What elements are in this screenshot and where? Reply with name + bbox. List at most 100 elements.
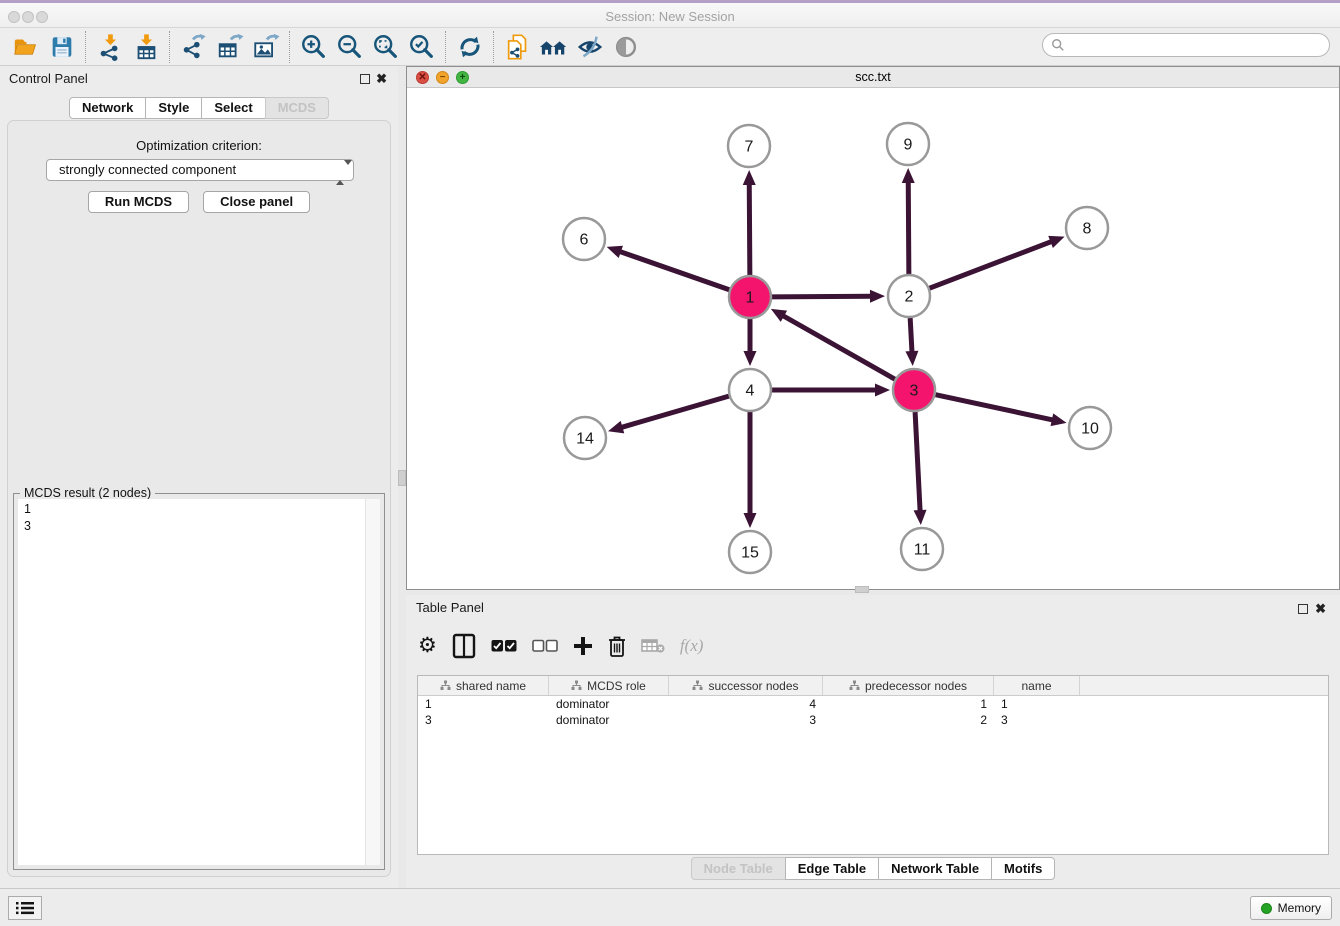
export-table-icon[interactable] (212, 31, 248, 63)
tab-network-table[interactable]: Network Table (878, 857, 992, 880)
column-header-shared-name[interactable]: shared name (418, 676, 549, 695)
duplicate-network-icon[interactable] (500, 31, 536, 63)
save-session-icon[interactable] (44, 31, 80, 63)
graph-arrowhead (905, 351, 918, 366)
create-column-icon[interactable] (573, 631, 593, 661)
column-header-predecessor-nodes[interactable]: predecessor nodes (823, 676, 994, 695)
zoom-fit-icon[interactable] (368, 31, 404, 63)
table-row[interactable]: 1dominator411 (418, 696, 1328, 712)
network-canvas[interactable]: 7968124314101511 (407, 88, 1339, 589)
show-all-icon[interactable] (608, 31, 644, 63)
open-file-icon[interactable] (8, 31, 44, 63)
delete-column-icon[interactable] (608, 631, 626, 661)
run-mcds-button[interactable]: Run MCDS (88, 191, 189, 213)
graph-edge-2-3[interactable] (910, 318, 912, 353)
memory-label: Memory (1278, 901, 1321, 915)
graph-edge-1-7[interactable] (749, 183, 750, 275)
graph-edge-1-6[interactable] (619, 251, 729, 290)
graph-arrowhead (914, 510, 927, 525)
app-title: Session: New Session (0, 9, 1340, 24)
control-panel-tabs: NetworkStyleSelectMCDS (0, 97, 398, 119)
table-toolbar: ⚙ (418, 628, 703, 664)
graph-node-label: 9 (904, 137, 913, 154)
apply-layout-icon[interactable] (452, 31, 488, 63)
table-cell: 1 (823, 696, 994, 712)
zoom-in-icon[interactable] (296, 31, 332, 63)
table-header-row: shared name MCDS role successor nodes prede… (418, 676, 1328, 696)
zoom-selected-icon[interactable] (404, 31, 440, 63)
column-header-successor-nodes[interactable]: successor nodes (669, 676, 823, 695)
graph-edge-2-8[interactable] (930, 241, 1053, 288)
close-panel-icon[interactable]: ✖ (376, 74, 387, 84)
column-header-label: name (1021, 679, 1051, 693)
export-network-icon[interactable] (176, 31, 212, 63)
column-header-label: successor nodes (708, 679, 798, 693)
graph-node-label: 1 (746, 290, 755, 307)
table-cell: dominator (549, 712, 669, 728)
toolbar-separator (445, 31, 447, 63)
graph-node-label: 4 (746, 383, 755, 400)
import-network-icon[interactable] (92, 31, 128, 63)
graph-arrowhead (744, 351, 757, 366)
graph-arrowhead (744, 513, 757, 528)
graph-edge-2-9[interactable] (908, 181, 909, 274)
mcds-result-title: MCDS result (2 nodes) (20, 486, 155, 500)
graph-node-label: 8 (1083, 221, 1092, 238)
task-history-button[interactable] (8, 896, 42, 920)
import-table-icon[interactable] (128, 31, 164, 63)
hide-selected-icon[interactable] (572, 31, 608, 63)
column-header-name[interactable]: name (994, 676, 1080, 695)
column-header-MCDS-role[interactable]: MCDS role (549, 676, 669, 695)
list-icon (16, 901, 34, 915)
graph-edge-4-14[interactable] (621, 396, 729, 428)
table-float-icon[interactable] (1298, 604, 1308, 614)
tab-style[interactable]: Style (145, 97, 202, 119)
tab-select[interactable]: Select (201, 97, 265, 119)
table-cell: 3 (994, 712, 1080, 728)
control-panel-title: Control Panel (9, 71, 88, 86)
show-columns-icon[interactable] (452, 631, 476, 661)
graph-edge-3-11[interactable] (915, 412, 920, 512)
tab-network[interactable]: Network (69, 97, 146, 119)
first-neighbors-icon[interactable] (536, 31, 572, 63)
table-mode-icon[interactable]: ⚙ (418, 631, 437, 661)
tab-mcds[interactable]: MCDS (265, 97, 329, 119)
table-row[interactable]: 3dominator323 (418, 712, 1328, 728)
panel-divider-grip[interactable] (398, 470, 406, 486)
tab-motifs[interactable]: Motifs (991, 857, 1055, 880)
graph-edge-1-2[interactable] (772, 296, 872, 297)
close-panel-button[interactable]: Close panel (203, 191, 310, 213)
float-panel-icon[interactable] (360, 74, 370, 84)
export-image-icon[interactable] (248, 31, 284, 63)
search-box (1042, 33, 1330, 57)
table-close-icon[interactable]: ✖ (1315, 604, 1326, 614)
graph-arrowhead (1051, 413, 1067, 426)
main-toolbar (0, 28, 1340, 66)
graph-arrowhead (607, 246, 623, 258)
graph-arrowhead (870, 290, 885, 303)
search-input[interactable] (1065, 37, 1329, 53)
mcds-result-text[interactable]: 13 (18, 499, 380, 865)
deselect-all-icon[interactable] (532, 631, 558, 661)
toolbar-separator (169, 31, 171, 63)
criterion-select[interactable]: strongly connected component (46, 159, 354, 181)
network-window-title: scc.txt (407, 70, 1339, 84)
tab-edge-table[interactable]: Edge Table (785, 857, 879, 880)
table-cell: 3 (418, 712, 549, 728)
tab-node-table[interactable]: Node Table (691, 857, 786, 880)
column-header-label: MCDS role (587, 679, 646, 693)
table-cell: 4 (669, 696, 823, 712)
table-cell: 2 (823, 712, 994, 728)
graph-edge-3-1[interactable] (782, 315, 895, 379)
table-divider-grip[interactable] (855, 586, 869, 593)
select-all-icon[interactable] (491, 631, 517, 661)
zoom-out-icon[interactable] (332, 31, 368, 63)
graph-arrowhead (1048, 236, 1064, 248)
graph-node-label: 6 (580, 232, 589, 249)
table-tabs: Node TableEdge TableNetwork TableMotifs (406, 857, 1340, 880)
memory-button[interactable]: Memory (1250, 896, 1332, 920)
graph-node-label: 7 (745, 139, 754, 156)
graph-edge-3-10[interactable] (936, 395, 1054, 421)
hierarchy-icon (692, 680, 703, 691)
result-scrollbar[interactable] (365, 499, 380, 865)
